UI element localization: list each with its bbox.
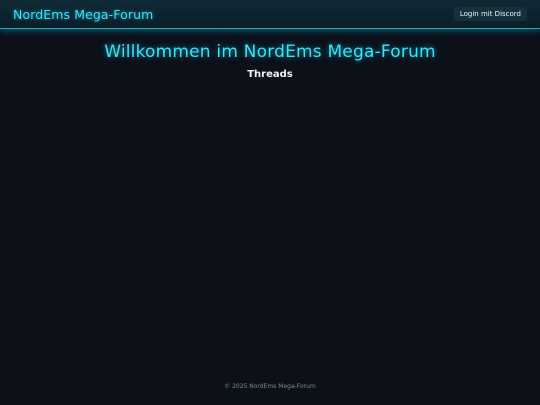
site-brand[interactable]: NordEms Mega-Forum [13, 7, 153, 22]
login-discord-button[interactable]: Login mit Discord [453, 7, 527, 21]
top-nav-bar: NordEms Mega-Forum Login mit Discord [0, 0, 540, 29]
threads-heading: Threads [247, 69, 293, 80]
footer-copyright: © 2025 NordEms Mega-Forum [224, 383, 316, 390]
main-content: Willkommen im NordEms Mega-Forum Threads [0, 40, 540, 81]
welcome-title: Willkommen im NordEms Mega-Forum [104, 42, 436, 62]
footer: © 2025 NordEms Mega-Forum [0, 382, 540, 392]
page: NordEms Mega-Forum Login mit Discord Wil… [0, 0, 540, 405]
